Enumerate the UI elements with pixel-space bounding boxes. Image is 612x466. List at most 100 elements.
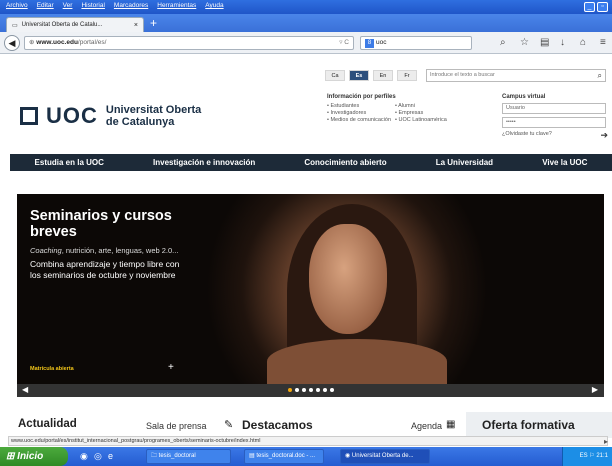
lang-fr[interactable]: Fr: [397, 70, 417, 81]
browser-tab[interactable]: ▭ Universitat Oberta de Catalu... ×: [6, 17, 144, 32]
scroll-right-icon[interactable]: ▸: [604, 437, 608, 446]
profile-link[interactable]: • Empresas: [395, 110, 475, 116]
tab-strip: ▭ Universitat Oberta de Catalu... × +: [0, 14, 612, 32]
home-icon[interactable]: ⌂: [580, 37, 586, 48]
bookmarks-icon[interactable]: ▤: [540, 37, 549, 48]
uoc-logo[interactable]: UOC Universitat Oberta de Catalunya: [20, 103, 201, 129]
page-icon: ▭: [12, 22, 18, 29]
menu-marcadores[interactable]: Marcadores: [114, 2, 148, 9]
menu-editar[interactable]: Editar: [37, 2, 54, 9]
campus-heading: Campus virtual: [502, 94, 546, 100]
profile-link[interactable]: • UOC Latinoamérica: [395, 117, 475, 123]
lang-es[interactable]: Es: [349, 70, 369, 81]
navigation-bar: ◀ ⊕ www.uoc.edu/portal/es/ ▿ C 8 uoc ⌕ ☆ …: [0, 32, 612, 54]
browser-search-input[interactable]: 8 uoc: [360, 36, 472, 50]
hero-body: Combina aprendizaje y tiempo libre con l…: [30, 259, 180, 280]
tray-clock: 21:1: [596, 453, 608, 459]
plus-icon[interactable]: +: [168, 362, 174, 373]
start-button[interactable]: ⊞ Inicio: [0, 447, 68, 466]
nav-universidad[interactable]: La Universidad: [436, 158, 493, 167]
login-arrow-icon[interactable]: ➔: [600, 130, 608, 141]
nav-estudia[interactable]: Estudia en la UOC: [35, 158, 104, 167]
carousel-dots: [288, 384, 334, 396]
main-navigation: Estudia en la UOC Investigación e innova…: [10, 154, 612, 171]
menu-ayuda[interactable]: Ayuda: [205, 2, 223, 9]
search-icon[interactable]: ⌕: [500, 37, 506, 48]
reload-icon[interactable]: ▿ C: [339, 37, 349, 49]
carousel-dot[interactable]: [295, 388, 299, 392]
hero-text: Seminarios y cursos breves Coaching, nut…: [30, 208, 180, 280]
hero-subtitle: Coaching, nutrición, arte, lenguas, web …: [30, 246, 179, 255]
actualidad-heading[interactable]: Actualidad: [18, 418, 77, 430]
task-folder[interactable]: 🗀 tesis_doctoral: [146, 449, 231, 464]
task-browser[interactable]: ◉ Universitat Oberta de...: [340, 449, 430, 464]
search-value: uoc: [376, 39, 387, 46]
site-search-input[interactable]: Introduce el texto a buscar ⌕: [426, 69, 606, 82]
username-field[interactable]: Usuario: [502, 103, 606, 114]
forgot-password-link[interactable]: ¿Olvidaste tu clave?: [502, 131, 608, 137]
lang-en[interactable]: En: [373, 70, 393, 81]
campus-login: Campus virtual Usuario ••••• ➔ ¿Olvidast…: [502, 94, 608, 140]
next-slide-icon[interactable]: ▶: [592, 385, 598, 394]
profile-link[interactable]: • Estudiantes: [327, 103, 395, 109]
tray-language[interactable]: ES: [580, 453, 588, 459]
url-bar[interactable]: ⊕ www.uoc.edu/portal/es/ ▿ C: [24, 36, 354, 50]
title-bar: Archivo Editar Ver Historial Marcadores …: [0, 0, 612, 14]
menu-bar: Archivo Editar Ver Historial Marcadores …: [6, 2, 224, 9]
carousel-dot[interactable]: [302, 388, 306, 392]
url-path: /portal/es/: [77, 39, 107, 46]
sala-prensa-link[interactable]: Sala de prensa: [146, 421, 207, 431]
menu-historial[interactable]: Historial: [81, 2, 104, 9]
profile-link[interactable]: • Alumni: [395, 103, 475, 109]
language-selector: Ca Es En Fr: [325, 70, 417, 81]
destacamos-heading[interactable]: Destacamos: [242, 418, 313, 432]
hero-photo-shoulder: [267, 339, 447, 384]
chrome-icon[interactable]: ◎: [94, 451, 102, 462]
logo-square-icon: [20, 107, 38, 125]
url-host: www.uoc.edu: [36, 39, 78, 46]
new-tab-button[interactable]: +: [150, 17, 157, 29]
back-button[interactable]: ◀: [4, 35, 20, 51]
nav-investigacion[interactable]: Investigación e innovación: [153, 158, 255, 167]
firefox-icon[interactable]: ◉: [80, 451, 88, 462]
hero-title: Seminarios y cursos breves: [30, 208, 172, 240]
site-search-placeholder: Introduce el texto a buscar: [430, 72, 495, 78]
minimize-button[interactable]: _: [584, 2, 595, 12]
lang-ca[interactable]: Ca: [325, 70, 345, 81]
profile-link[interactable]: • Medios de comunicación: [327, 117, 395, 123]
carousel-dot[interactable]: [309, 388, 313, 392]
profile-link[interactable]: • Investigadores: [327, 110, 395, 116]
carousel-dot[interactable]: [323, 388, 327, 392]
logo-line2: de Catalunya: [105, 116, 175, 128]
search-icon[interactable]: ⌕: [598, 70, 602, 81]
calendar-icon: ▦: [446, 419, 456, 430]
profiles-heading: Información por perfiles: [327, 94, 396, 100]
carousel-dot[interactable]: [316, 388, 320, 392]
download-icon[interactable]: ↓: [560, 37, 565, 48]
menu-archivo[interactable]: Archivo: [6, 2, 28, 9]
carousel-dot[interactable]: [288, 388, 292, 392]
task-word-doc[interactable]: ▤ tesis_doctoral.doc - ...: [244, 449, 324, 464]
menu-icon[interactable]: ≡: [600, 37, 606, 48]
profiles-menu: Información por perfiles • Estudiantes •…: [327, 94, 477, 123]
nav-vive[interactable]: Vive la UOC: [542, 158, 587, 167]
taskbar: ⊞ Inicio ◉ ◎ e 🗀 tesis_doctoral ▤ tesis_…: [0, 447, 612, 466]
ie-icon[interactable]: e: [108, 451, 113, 461]
agenda-link[interactable]: Agenda: [411, 421, 442, 431]
menu-ver[interactable]: Ver: [63, 2, 73, 9]
password-field[interactable]: •••••: [502, 117, 606, 128]
maximize-button[interactable]: ▫: [597, 2, 608, 12]
menu-herramientas[interactable]: Herramientas: [157, 2, 196, 9]
logo-name: Universitat Oberta de Catalunya: [106, 104, 201, 128]
logo-text: UOC: [46, 103, 98, 128]
logo-line1: Universitat Oberta: [105, 104, 202, 116]
status-bar: www.uoc.edu/portal/es/institut_internaci…: [8, 436, 608, 446]
close-tab-icon[interactable]: ×: [134, 22, 138, 29]
star-icon[interactable]: ☆: [520, 37, 529, 48]
prev-slide-icon[interactable]: ◀: [22, 385, 28, 394]
matricula-link[interactable]: Matrícula abierta: [30, 366, 74, 372]
oferta-formativa-tab[interactable]: Oferta formativa: [466, 412, 612, 438]
nav-conocimiento[interactable]: Conocimiento abierto: [304, 158, 386, 167]
carousel-dot[interactable]: [330, 388, 334, 392]
hero-photo-face: [309, 224, 387, 334]
